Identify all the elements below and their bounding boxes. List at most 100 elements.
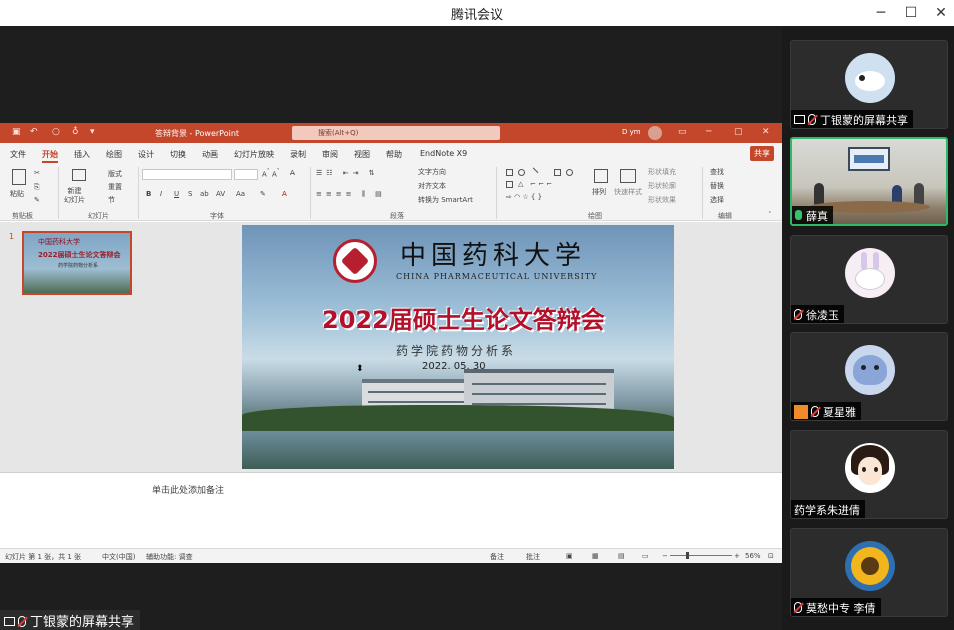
- arrange-button[interactable]: 排列: [592, 187, 606, 197]
- participant-tile[interactable]: 徐凌玉: [790, 235, 948, 324]
- ppt-close-icon[interactable]: ✕: [762, 127, 770, 137]
- ppt-minimize-icon[interactable]: ─: [706, 127, 711, 137]
- participant-tile-active[interactable]: 薛真: [790, 137, 948, 226]
- save-icon[interactable]: ▣: [12, 127, 21, 137]
- shape-arrow-icon[interactable]: ⇨ ◠ ☆ { }: [506, 193, 542, 201]
- italic-button[interactable]: I: [160, 190, 162, 198]
- shape-connector-icon[interactable]: ⌐ ⌐ ⌐: [530, 180, 552, 188]
- bold-button[interactable]: B: [146, 190, 151, 198]
- shape-triangle-icon[interactable]: △: [518, 180, 523, 188]
- zoom-level[interactable]: 56%: [745, 552, 761, 560]
- shape-oval-icon[interactable]: [518, 169, 525, 176]
- minimize-button[interactable]: ─: [870, 3, 892, 23]
- customize-icon[interactable]: ▾: [90, 127, 95, 137]
- change-case-button[interactable]: Aa: [236, 190, 245, 198]
- tab-transitions[interactable]: 切换: [170, 149, 186, 160]
- present-icon[interactable]: ♁: [72, 127, 79, 137]
- ppt-search-box[interactable]: 搜索(Alt+Q): [292, 126, 500, 140]
- participant-tile[interactable]: 药学系朱进倩: [790, 430, 948, 519]
- maximize-button[interactable]: ☐: [900, 3, 922, 23]
- tab-review[interactable]: 审阅: [322, 149, 338, 160]
- shape-line-icon[interactable]: [528, 167, 539, 178]
- shape-circle-icon[interactable]: [566, 169, 573, 176]
- tab-view[interactable]: 视图: [354, 149, 370, 160]
- copy-icon[interactable]: ⎘: [34, 183, 40, 192]
- slideshow-view-icon[interactable]: ▭: [642, 552, 649, 560]
- notes-pane[interactable]: 单击此处添加备注: [0, 472, 782, 522]
- paste-label[interactable]: 粘贴: [10, 189, 24, 199]
- language-status[interactable]: 中文(中国): [102, 552, 135, 562]
- quick-styles-button[interactable]: 快速样式: [614, 187, 642, 197]
- new-slide-button[interactable]: 新建 幻灯片: [64, 187, 85, 205]
- participant-tile[interactable]: 丁银蒙的屏幕共享: [790, 40, 948, 129]
- strike-button[interactable]: ab: [200, 190, 209, 198]
- zoom-out-icon[interactable]: −: [662, 552, 668, 560]
- reading-view-icon[interactable]: ▤: [618, 552, 625, 560]
- align-buttons[interactable]: ≡≡≡≡ ⫼ ▤: [316, 190, 386, 199]
- current-slide[interactable]: 中国药科大学 CHINA PHARMACEUTICAL UNIVERSITY 2…: [242, 225, 674, 469]
- shape-effects-button[interactable]: 形状效果: [648, 195, 676, 205]
- clear-format-icon[interactable]: A̶: [290, 169, 295, 177]
- tab-home[interactable]: 开始: [42, 149, 58, 163]
- slide-thumbnail[interactable]: 中国药科大学 2022届硕士生论文答辩会 药学院药物分析系: [22, 231, 132, 295]
- shadow-button[interactable]: S: [188, 190, 192, 198]
- replace-button[interactable]: 替换: [710, 181, 724, 191]
- ppt-share-button[interactable]: 共享: [750, 146, 774, 161]
- layout-button[interactable]: 版式: [108, 169, 122, 179]
- participant-tile[interactable]: 莫愁中专 李倩: [790, 528, 948, 617]
- font-size-field[interactable]: [234, 169, 258, 180]
- redo-icon[interactable]: ○: [52, 127, 60, 137]
- paste-icon[interactable]: [12, 169, 26, 185]
- accessibility-status[interactable]: 辅助功能: 调查: [146, 552, 193, 562]
- shape-outline-button[interactable]: 形状轮廓: [648, 181, 676, 191]
- section-button[interactable]: 节: [108, 195, 115, 205]
- font-name-field[interactable]: [142, 169, 232, 180]
- shape-fill-button[interactable]: 形状填充: [648, 167, 676, 177]
- undo-icon[interactable]: ↶: [30, 127, 38, 137]
- fit-slide-icon[interactable]: ⊡: [768, 552, 774, 560]
- zoom-slider[interactable]: [670, 555, 732, 556]
- tab-file[interactable]: 文件: [10, 149, 26, 160]
- tab-animations[interactable]: 动画: [202, 149, 218, 160]
- zoom-in-icon[interactable]: +: [734, 552, 740, 560]
- mic-muted-icon: [794, 309, 802, 320]
- quick-styles-icon[interactable]: [620, 169, 636, 183]
- grow-font-icon[interactable]: A˄ A˅: [262, 169, 280, 178]
- normal-view-icon[interactable]: ▣: [566, 552, 573, 560]
- highlight-button[interactable]: ✎: [260, 190, 266, 198]
- format-painter-icon[interactable]: ✎: [34, 196, 40, 204]
- tab-help[interactable]: 帮助: [386, 149, 402, 160]
- comments-toggle[interactable]: 批注: [526, 552, 540, 562]
- align-text-button[interactable]: 对齐文本: [418, 181, 446, 191]
- tab-record[interactable]: 录制: [290, 149, 306, 160]
- collapse-ribbon-icon[interactable]: ˆ: [768, 211, 772, 219]
- text-direction-button[interactable]: 文字方向: [418, 167, 446, 177]
- spacing-button[interactable]: AV: [216, 190, 225, 198]
- ribbon-display-icon[interactable]: ▭: [678, 127, 687, 137]
- close-button[interactable]: ✕: [930, 3, 952, 23]
- notes-toggle[interactable]: 备注: [490, 552, 504, 562]
- participant-tile[interactable]: 夏星雅: [790, 332, 948, 421]
- select-button[interactable]: 选择: [710, 195, 724, 205]
- tab-insert[interactable]: 插入: [74, 149, 90, 160]
- underline-button[interactable]: U: [174, 190, 179, 198]
- cut-icon[interactable]: ✂: [34, 169, 40, 177]
- tab-slideshow[interactable]: 幻灯片放映: [234, 149, 274, 160]
- smartart-button[interactable]: 转换为 SmartArt: [418, 195, 473, 205]
- zoom-slider-thumb[interactable]: [686, 552, 689, 559]
- list-buttons[interactable]: ☰☷ ⇤⇥ ⇅: [316, 169, 379, 177]
- shape-box-icon[interactable]: [554, 169, 561, 176]
- arrange-icon[interactable]: [594, 169, 608, 183]
- new-slide-icon[interactable]: [72, 169, 86, 181]
- find-button[interactable]: 查找: [710, 167, 724, 177]
- tab-endnote[interactable]: EndNote X9: [420, 149, 467, 158]
- font-color-button[interactable]: A: [282, 190, 287, 198]
- ppt-restore-icon[interactable]: ▢: [734, 127, 743, 137]
- shape-rect-icon[interactable]: [506, 169, 513, 176]
- shape-square-icon[interactable]: [506, 181, 513, 188]
- tab-design[interactable]: 设计: [138, 149, 154, 160]
- sorter-view-icon[interactable]: ▦: [592, 552, 599, 560]
- avatar[interactable]: [648, 126, 662, 140]
- tab-draw[interactable]: 绘图: [106, 149, 122, 160]
- reset-button[interactable]: 重置: [108, 182, 122, 192]
